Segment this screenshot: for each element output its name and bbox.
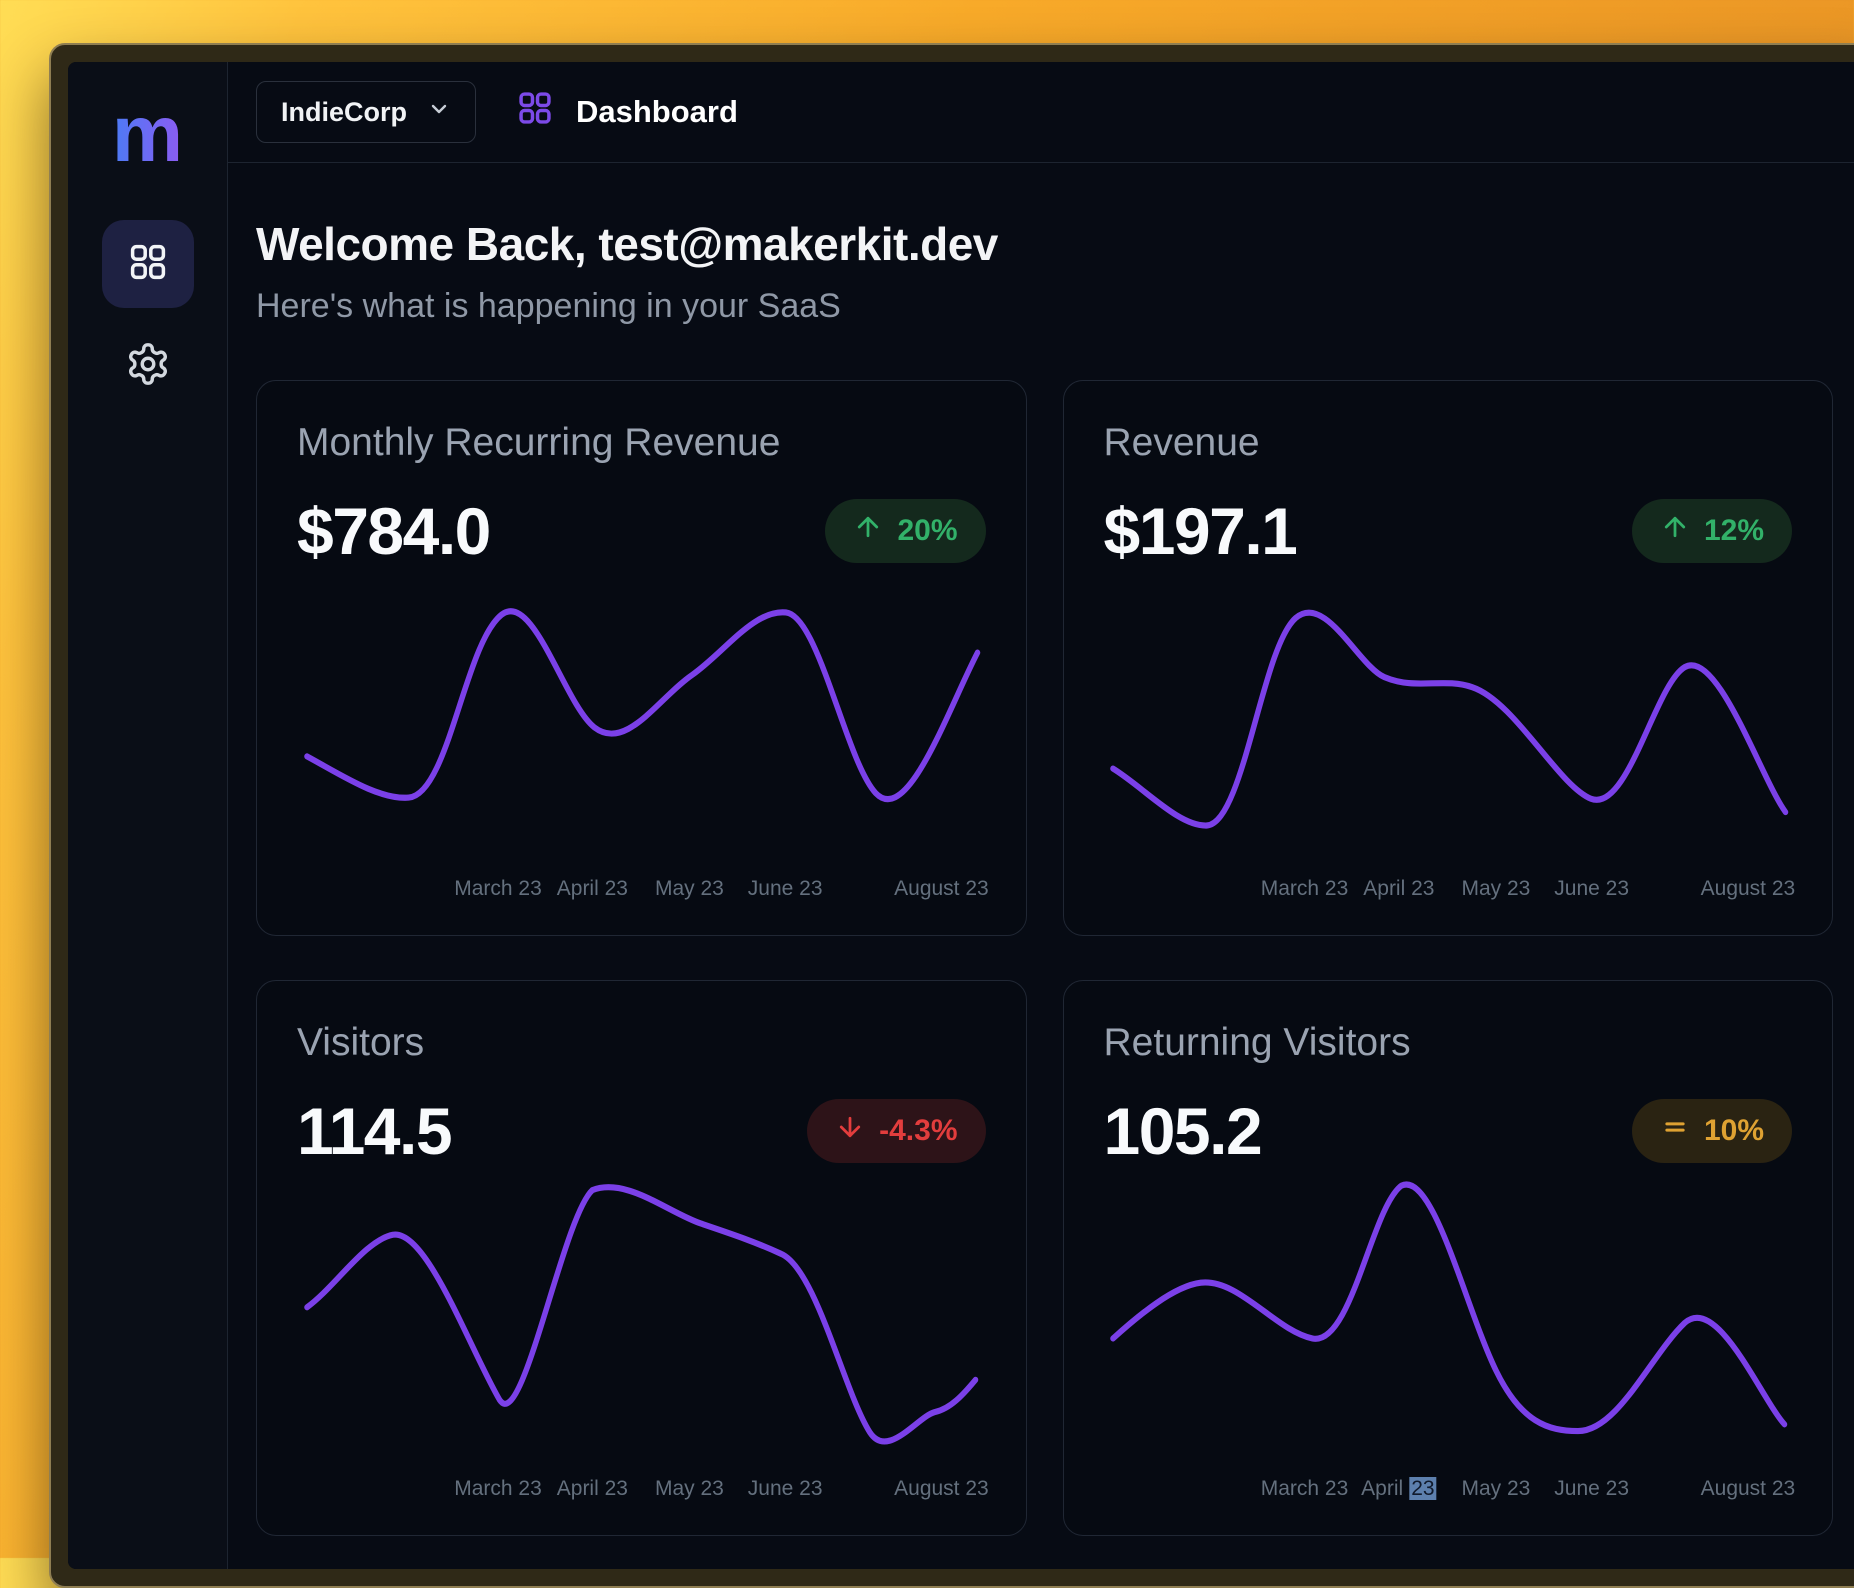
sparkline-chart <box>1104 1179 1793 1469</box>
trend-badge: 20% <box>825 499 985 563</box>
axis-label: April 23 <box>557 877 628 901</box>
topbar: IndieCorp Dashboard <box>228 62 1854 163</box>
sparkline-path <box>307 1187 976 1441</box>
team-selector-button[interactable]: IndieCorp <box>256 81 476 143</box>
welcome-subtitle: Here's what is happening in your SaaS <box>256 287 1833 326</box>
x-axis: March 23 April 23 May 23 June 23 August 2… <box>1104 1477 1793 1507</box>
card-value: 105.2 <box>1104 1093 1262 1169</box>
card-returning-visitors: Returning Visitors 105.2 10% <box>1063 980 1834 1536</box>
app-window: m <box>49 43 1854 1588</box>
sparkline-path <box>1112 613 1785 826</box>
sparkline-chart <box>297 1179 986 1469</box>
x-axis: March 23 April 23 May 23 June 23 August … <box>1104 877 1793 907</box>
trend-label: 10% <box>1704 1114 1764 1148</box>
axis-label: August 23 <box>894 877 989 901</box>
card-monthly-recurring-revenue: Monthly Recurring Revenue $784.0 20% <box>256 380 1027 936</box>
welcome-heading: Welcome Back, test@makerkit.dev <box>256 217 1833 271</box>
arrow-down-icon <box>835 1112 865 1150</box>
card-revenue: Revenue $197.1 12% <box>1063 380 1834 936</box>
gear-icon <box>125 341 171 392</box>
axis-label: March 23 <box>454 877 542 901</box>
axis-label: June 23 <box>748 877 823 901</box>
axis-label: March 23 <box>1261 1477 1349 1501</box>
main-area: IndieCorp Dashboard <box>228 62 1854 1569</box>
team-selector-label: IndieCorp <box>281 97 407 128</box>
sparkline-chart <box>297 579 986 869</box>
axis-label: May 23 <box>1462 1477 1531 1501</box>
arrow-up-icon <box>1660 512 1690 550</box>
arrow-up-icon <box>853 512 883 550</box>
page-title: Dashboard <box>576 94 738 130</box>
axis-label-april-selected: April 23 <box>1361 1477 1436 1501</box>
x-axis: March 23 April 23 May 23 June 23 August … <box>297 1477 986 1507</box>
axis-label: April <box>1361 1477 1403 1500</box>
trend-label: -4.3% <box>879 1114 957 1148</box>
axis-label: June 23 <box>748 1477 823 1501</box>
grid-icon <box>516 89 554 135</box>
card-value: $197.1 <box>1104 493 1297 569</box>
trend-label: 12% <box>1704 514 1764 548</box>
card-title: Returning Visitors <box>1104 1021 1793 1065</box>
sparkline-path <box>307 611 978 799</box>
axis-label: May 23 <box>655 877 724 901</box>
sparkline-chart <box>1104 579 1793 869</box>
equals-icon <box>1660 1112 1690 1150</box>
sidebar-item-dashboard[interactable] <box>102 220 194 308</box>
card-value: 114.5 <box>297 1093 451 1169</box>
card-visitors: Visitors 114.5 -4.3% <box>256 980 1027 1536</box>
makerkit-logo: m <box>112 106 183 162</box>
axis-label: March 23 <box>1261 877 1349 901</box>
axis-label: April 23 <box>1363 877 1434 901</box>
grid-icon <box>127 241 169 288</box>
stats-grid: Monthly Recurring Revenue $784.0 20% <box>256 380 1833 1536</box>
dashboard-app: m <box>68 62 1854 1569</box>
breadcrumb: Dashboard <box>516 89 738 135</box>
sparkline-path <box>1112 1184 1784 1431</box>
axis-label: June 23 <box>1554 1477 1629 1501</box>
axis-label: March 23 <box>454 1477 542 1501</box>
axis-label: August 23 <box>1701 1477 1796 1501</box>
trend-badge: -4.3% <box>807 1099 985 1163</box>
card-value: $784.0 <box>297 493 490 569</box>
card-title: Visitors <box>297 1021 986 1065</box>
axis-label: August 23 <box>894 1477 989 1501</box>
trend-badge: 12% <box>1632 499 1792 563</box>
axis-label: May 23 <box>655 1477 724 1501</box>
card-title: Revenue <box>1104 421 1793 465</box>
sidebar: m <box>68 62 228 1569</box>
content: Welcome Back, test@makerkit.dev Here's w… <box>228 163 1854 1536</box>
sidebar-item-settings[interactable] <box>102 336 194 396</box>
card-title: Monthly Recurring Revenue <box>297 421 986 465</box>
trend-badge: 10% <box>1632 1099 1792 1163</box>
trend-label: 20% <box>897 514 957 548</box>
axis-label: June 23 <box>1554 877 1629 901</box>
axis-label: May 23 <box>1462 877 1531 901</box>
selected-text: 23 <box>1409 1477 1436 1500</box>
x-axis: March 23 April 23 May 23 June 23 August … <box>297 877 986 907</box>
axis-label: August 23 <box>1701 877 1796 901</box>
chevron-down-icon <box>427 97 451 128</box>
axis-label: April 23 <box>557 1477 628 1501</box>
